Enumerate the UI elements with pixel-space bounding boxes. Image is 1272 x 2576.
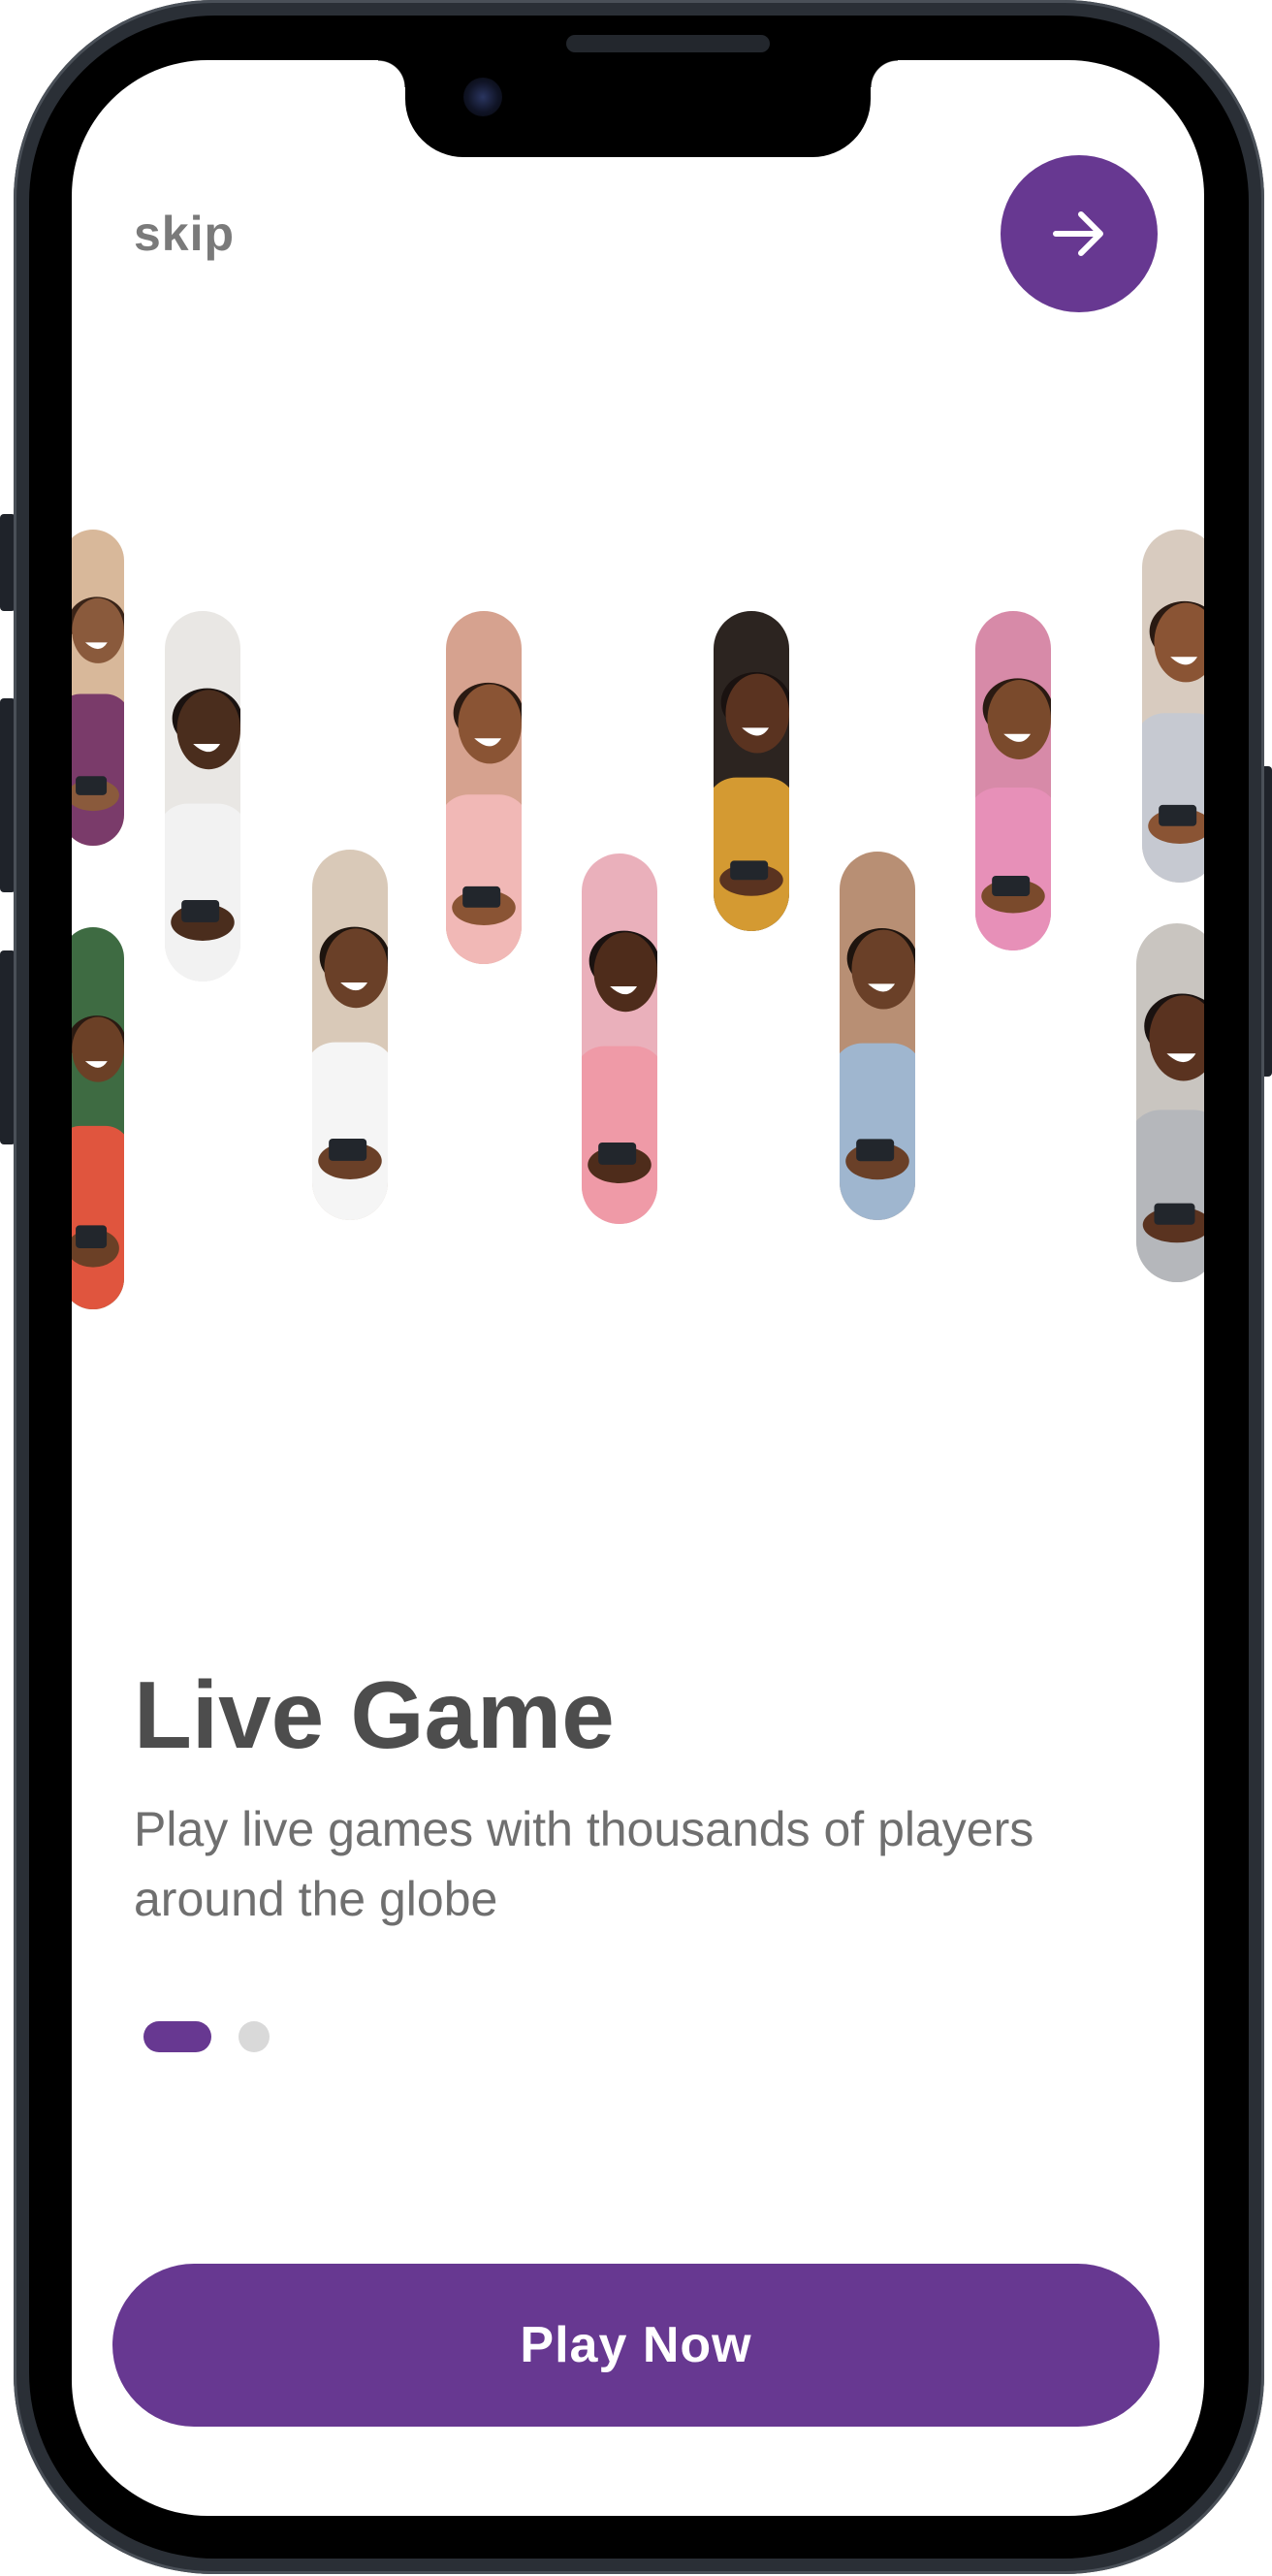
photo-woman-phone-left-bottom — [72, 927, 124, 1309]
photo-man-laughing-phone — [165, 611, 240, 982]
photo-woman-laughing-phone — [446, 611, 522, 964]
page-dot-active[interactable] — [143, 2021, 211, 2052]
photo-woman-smiling-left-top — [72, 530, 124, 846]
onboarding-title: Live Game — [134, 1661, 615, 1768]
front-camera — [463, 78, 502, 116]
arrow-right-icon — [1053, 211, 1103, 256]
photo-man-glasses-right-bottom — [1136, 923, 1204, 1282]
photo-man-laughing-pink — [582, 853, 657, 1224]
notch — [378, 60, 898, 157]
next-button[interactable] — [1001, 155, 1158, 312]
photo-woman-yellow-top — [714, 611, 789, 931]
skip-button[interactable]: skip — [134, 206, 235, 262]
earpiece-speaker — [566, 35, 770, 52]
photo-woman-phone-reading — [312, 850, 388, 1220]
photo-woman-pink-jacket — [975, 611, 1051, 950]
photo-woman-glasses-right-top — [1142, 530, 1204, 883]
photo-man-glasses-phone — [840, 852, 915, 1220]
page-indicator — [143, 2021, 270, 2052]
play-now-button[interactable]: Play Now — [112, 2264, 1160, 2427]
onboarding-description: Play live games with thousands of player… — [134, 1802, 1034, 1926]
page-dot[interactable] — [238, 2021, 270, 2052]
app-screen: skip Live Game Play live games with thou… — [72, 60, 1204, 2516]
phone-device: skip Live Game Play live games with thou… — [0, 0, 1272, 2576]
